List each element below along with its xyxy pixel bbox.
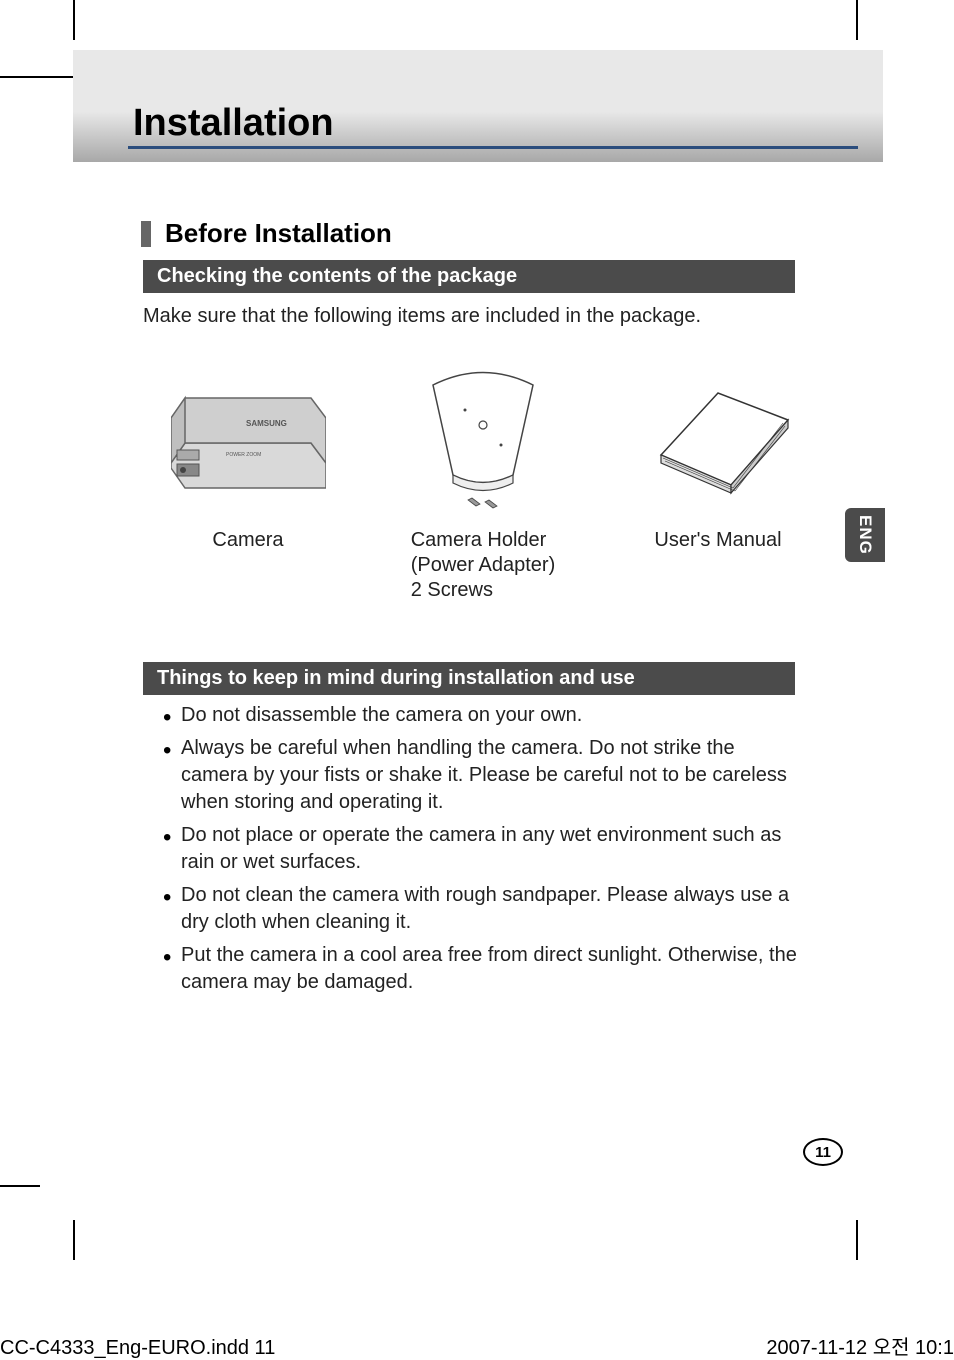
footer-filename: CC-C4333_Eng-EURO.indd 11: [0, 1337, 275, 1360]
subheading-contents: Checking the contents of the package: [143, 260, 795, 293]
list-item: Always be careful when handling the came…: [163, 735, 803, 816]
crop-mark: [0, 1185, 40, 1187]
holder-illustration: [413, 360, 553, 520]
crop-mark: [73, 0, 75, 40]
footer-timestamp: 2007-11-12 오전 10:1: [766, 1331, 954, 1360]
manual-illustration: [643, 360, 793, 520]
crop-mark: [0, 76, 75, 78]
section-title: Before Installation: [165, 218, 392, 249]
camera-illustration: SAMSUNG POWER ZOOM: [171, 360, 326, 520]
item-holder: Camera Holder (Power Adapter) 2 Screws: [378, 360, 588, 603]
list-item: Do not clean the camera with rough sandp…: [163, 882, 803, 936]
item-label-holder: Camera Holder (Power Adapter) 2 Screws: [411, 528, 556, 603]
crop-mark: [73, 1220, 75, 1260]
svg-text:POWER ZOOM: POWER ZOOM: [226, 452, 261, 458]
crop-mark: [856, 1220, 858, 1260]
section-bar-icon: [141, 221, 151, 247]
list-item: Do not place or operate the camera in an…: [163, 822, 803, 876]
svg-text:SAMSUNG: SAMSUNG: [246, 419, 287, 428]
item-label-camera: Camera: [212, 528, 283, 553]
intro-text: Make sure that the following items are i…: [143, 305, 701, 328]
item-camera: SAMSUNG POWER ZOOM Camera: [143, 360, 353, 603]
list-item: Put the camera in a cool area free from …: [163, 942, 803, 996]
item-manual: User's Manual: [613, 360, 823, 603]
tips-list: Do not disassemble the camera on your ow…: [163, 702, 803, 1002]
page-title: Installation: [133, 102, 334, 145]
crop-mark: [856, 0, 858, 40]
language-tab: ENG: [845, 508, 885, 562]
list-item: Do not disassemble the camera on your ow…: [163, 702, 803, 729]
package-items: SAMSUNG POWER ZOOM Camera: [143, 360, 823, 603]
section-heading: Before Installation: [141, 218, 392, 249]
page: Installation Before Installation Checkin…: [73, 50, 883, 1180]
subheading-tips: Things to keep in mind during installati…: [143, 662, 795, 695]
item-label-manual: User's Manual: [654, 528, 781, 553]
title-underline: [128, 146, 858, 149]
page-number: 11: [803, 1138, 843, 1166]
